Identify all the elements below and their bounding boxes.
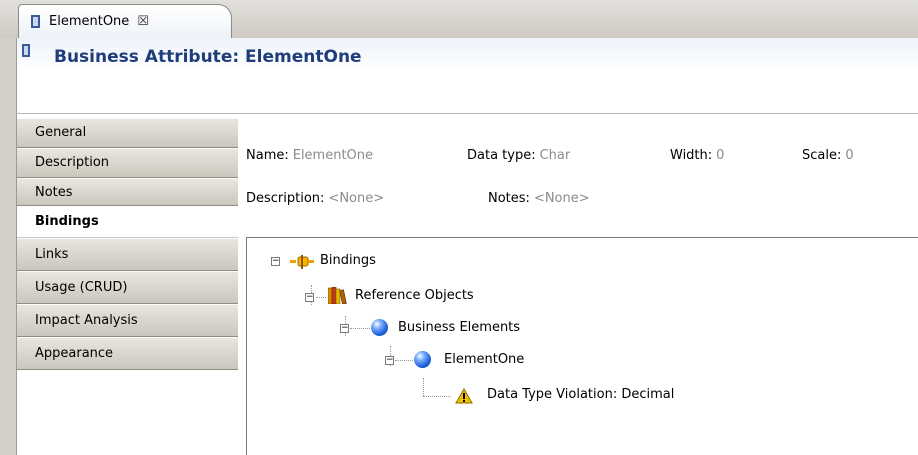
nav-item-appearance[interactable]: Appearance bbox=[17, 337, 238, 370]
attribute-icon bbox=[31, 15, 40, 28]
binding-icon bbox=[290, 255, 314, 269]
width-value: 0 bbox=[716, 148, 725, 163]
tree-node-bindings[interactable]: Bindings bbox=[320, 253, 376, 268]
collapse-toggle-reference-objects[interactable]: − bbox=[305, 293, 314, 302]
tab-label: ElementOne bbox=[49, 14, 130, 29]
collapse-toggle-element-one[interactable]: − bbox=[385, 356, 394, 365]
scale-label: Scale: bbox=[802, 148, 842, 163]
description-value[interactable]: <None> bbox=[328, 191, 384, 206]
notes-label: Notes: bbox=[488, 191, 530, 206]
width-label: Width: bbox=[670, 148, 713, 163]
tree-node-reference-objects[interactable]: Reference Objects bbox=[355, 288, 474, 303]
nav-item-impact-analysis[interactable]: Impact Analysis bbox=[17, 304, 238, 337]
notes-value[interactable]: <None> bbox=[534, 191, 590, 206]
tree-node-business-elements[interactable]: Business Elements bbox=[398, 320, 520, 335]
tree-connector bbox=[395, 360, 415, 361]
name-label: Name: bbox=[246, 148, 289, 163]
collapse-toggle-bindings[interactable]: − bbox=[271, 257, 280, 266]
sphere-icon bbox=[371, 319, 388, 336]
tree-connector bbox=[316, 297, 326, 298]
nav-item-usage[interactable]: Usage (CRUD) bbox=[17, 271, 238, 304]
editor-tab[interactable]: ElementOne ☒ bbox=[18, 4, 232, 38]
data-type-field: Data type: Char bbox=[467, 148, 570, 163]
nav-item-general[interactable]: General bbox=[17, 118, 238, 148]
nav-item-description[interactable]: Description bbox=[17, 148, 238, 178]
tree-node-violation[interactable]: Data Type Violation: Decimal bbox=[487, 387, 674, 402]
scale-field: Scale: 0 bbox=[802, 148, 854, 163]
scale-value: 0 bbox=[845, 148, 854, 163]
notes-field: Notes: <None> bbox=[488, 191, 590, 206]
width-field: Width: 0 bbox=[670, 148, 724, 163]
books-icon bbox=[328, 287, 347, 304]
tree-node-element-one[interactable]: ElementOne bbox=[444, 352, 524, 367]
warning-icon bbox=[455, 388, 473, 404]
close-icon[interactable]: ☒ bbox=[137, 14, 149, 29]
page-title: Business Attribute: ElementOne bbox=[54, 47, 362, 67]
tree-connector bbox=[350, 328, 370, 329]
name-field: Name: ElementOne bbox=[246, 148, 373, 163]
data-type-label: Data type: bbox=[467, 148, 536, 163]
editor-tab-bar: ElementOne ☒ bbox=[0, 0, 918, 38]
name-value: ElementOne bbox=[292, 148, 374, 163]
attribute-icon bbox=[22, 44, 30, 57]
tree-connector bbox=[423, 396, 451, 397]
nav-item-links[interactable]: Links bbox=[17, 238, 238, 271]
tree-connector bbox=[423, 378, 424, 396]
data-type-value: Char bbox=[539, 148, 571, 163]
nav-item-notes[interactable]: Notes bbox=[17, 178, 238, 206]
nav-item-bindings[interactable]: Bindings bbox=[17, 206, 238, 238]
description-field: Description: <None> bbox=[246, 191, 384, 206]
description-label: Description: bbox=[246, 191, 325, 206]
bindings-tree[interactable] bbox=[246, 237, 918, 455]
sphere-icon bbox=[414, 351, 431, 368]
section-nav: General Description Notes Bindings Links… bbox=[16, 114, 238, 455]
collapse-toggle-business-elements[interactable]: − bbox=[340, 324, 349, 333]
